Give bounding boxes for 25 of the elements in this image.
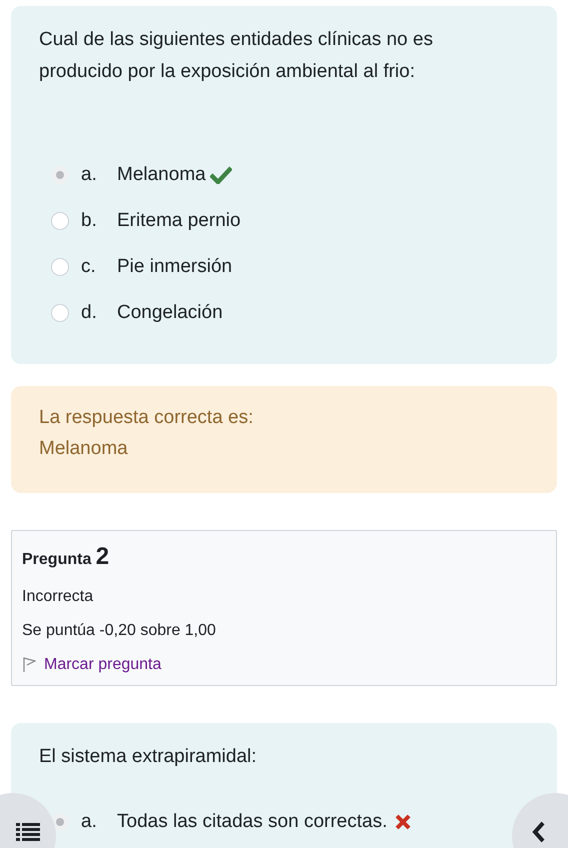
option-letter: c. xyxy=(81,254,97,279)
option-label: Pie inmersión xyxy=(117,254,232,279)
chevron-left-icon xyxy=(532,821,546,843)
question-text: El sistema extrapiramidal: xyxy=(38,745,258,769)
question-score: Se puntúa -0,20 sobre 1,00 xyxy=(22,621,217,641)
correct-answer: Melanoma xyxy=(39,437,129,461)
radio-button[interactable] xyxy=(51,258,69,276)
list-icon xyxy=(16,823,40,841)
radio-button[interactable] xyxy=(51,212,69,230)
radio-button[interactable] xyxy=(51,166,69,184)
feedback-heading: La respuesta correcta es: xyxy=(39,406,254,430)
option-label: Todas las citadas son correctas. xyxy=(117,810,388,834)
option-letter: a. xyxy=(81,162,98,187)
radio-button[interactable] xyxy=(51,304,69,322)
option-label: Congelación xyxy=(117,300,223,325)
question-number: Pregunta 2 xyxy=(22,542,110,572)
option-letter: a. xyxy=(81,810,98,834)
flag-icon xyxy=(22,657,36,673)
option-letter: d. xyxy=(81,300,98,325)
question-text: Cual de las siguientes entidades clínicas no es producido por la exposición ambiental al frio: xyxy=(38,28,434,84)
option-label: Eritema pernio xyxy=(117,208,241,233)
question-status: Incorrecta xyxy=(22,587,94,607)
option-letter: b. xyxy=(81,208,98,233)
option-label: Melanoma xyxy=(117,162,206,187)
flag-question-link[interactable]: Marcar pregunta xyxy=(22,653,546,677)
